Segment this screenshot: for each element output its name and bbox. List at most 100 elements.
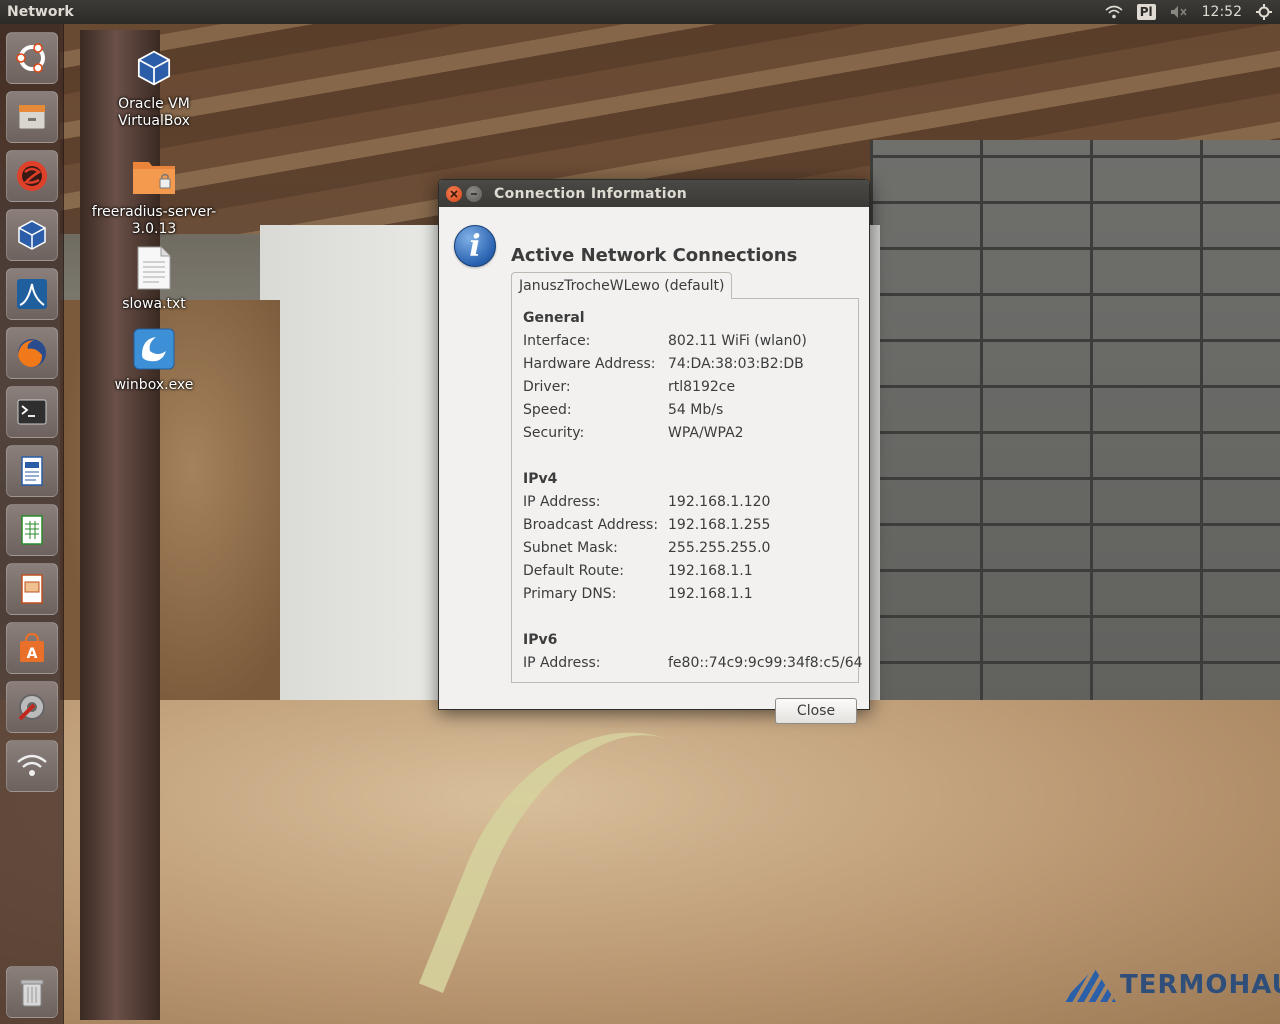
connection-details-panel: General Interface: 802.11 WiFi (wlan0) Ha… <box>511 298 863 683</box>
detail-value: 74:DA:38:03:B2:DB <box>668 356 804 372</box>
dialog-title: Connection Information <box>494 185 688 202</box>
desktop-icon-virtualbox[interactable]: Oracle VM VirtualBox <box>89 44 219 130</box>
winbox-app-icon <box>130 325 178 373</box>
close-button[interactable]: Close <box>775 698 857 724</box>
wrench-gear-icon <box>18 694 45 721</box>
detail-value: WPA/WPA2 <box>668 425 744 441</box>
detail-value: 54 Mb/s <box>668 402 724 418</box>
launcher-trash[interactable] <box>6 966 58 1018</box>
detail-value: rtl8192ce <box>668 379 736 395</box>
active-app-title: Network <box>7 4 74 20</box>
detail-key: Driver: <box>523 379 571 395</box>
detail-row: Speed: 54 Mb/s <box>523 402 723 418</box>
launcher-impress[interactable] <box>6 563 58 615</box>
detail-key: Default Route: <box>523 563 624 579</box>
termohaus-watermark: TERMOHAUS <box>1062 968 1280 1002</box>
svg-text:A: A <box>27 646 38 662</box>
spreadsheet-icon <box>21 515 43 545</box>
virtualbox-cube-icon <box>18 220 46 250</box>
section-general: General <box>523 310 585 326</box>
red-circle-app-icon <box>17 161 47 191</box>
detail-row: Interface: 802.11 WiFi (wlan0) <box>523 333 807 349</box>
dialog-titlebar[interactable]: Connection Information <box>439 180 869 207</box>
launcher-software-center[interactable]: A <box>6 622 58 674</box>
detail-row: Primary DNS: 192.168.1.1 <box>523 586 753 602</box>
detail-row: Broadcast Address: 192.168.1.255 <box>523 517 770 533</box>
desktop-icon-label: slowa.txt <box>122 296 186 312</box>
detail-row: Driver: rtl8192ce <box>523 379 735 395</box>
detail-key: Hardware Address: <box>523 356 656 372</box>
detail-key: Subnet Mask: <box>523 540 618 556</box>
window-minimize-button[interactable] <box>466 185 482 202</box>
launcher-calc[interactable] <box>6 504 58 556</box>
desktop-icon-winbox[interactable]: winbox.exe <box>89 325 219 394</box>
desktop-icon-label: 3.0.13 <box>131 221 177 237</box>
info-icon: i <box>454 225 496 267</box>
desktop-icon-label: Oracle VM <box>118 96 190 112</box>
detail-key: Speed: <box>523 402 572 418</box>
text-file-icon <box>130 244 178 292</box>
termohaus-logo-icon <box>1062 968 1116 1002</box>
detail-key: IP Address: <box>523 655 601 671</box>
detail-row: Security: WPA/WPA2 <box>523 425 744 441</box>
clock[interactable]: 12:52 <box>1202 4 1242 20</box>
keyboard-layout-indicator[interactable]: Pl <box>1136 4 1156 20</box>
detail-key: Broadcast Address: <box>523 517 659 533</box>
launcher-files[interactable] <box>6 91 58 143</box>
wifi-icon <box>17 754 47 776</box>
detail-key: IP Address: <box>523 494 601 510</box>
detail-row: Subnet Mask: 255.255.255.0 <box>523 540 770 556</box>
ubuntu-logo-icon <box>16 43 45 73</box>
launcher-writer[interactable] <box>6 445 58 497</box>
detail-key: Interface: <box>523 333 591 349</box>
tab-connection[interactable]: JanuszTrocheWLewo (default) <box>511 272 733 299</box>
trash-icon <box>20 979 44 1007</box>
firefox-icon <box>18 339 46 367</box>
shopping-bag-icon: A <box>20 632 44 662</box>
launcher-wireshark[interactable] <box>6 268 58 320</box>
launcher: A <box>0 24 64 1024</box>
virtualbox-cube-icon <box>130 44 178 92</box>
launcher-virtualbox[interactable] <box>6 209 58 261</box>
detail-value: 802.11 WiFi (wlan0) <box>668 333 807 349</box>
document-icon <box>21 456 43 486</box>
desktop-icon-label: winbox.exe <box>114 377 194 393</box>
connection-information-dialog: Connection Information i Active Network … <box>438 179 870 724</box>
detail-row: IP Address: 192.168.1.120 <box>523 494 770 510</box>
detail-value: 192.168.1.255 <box>668 517 771 533</box>
launcher-firefox[interactable] <box>6 327 58 379</box>
detail-value: fe80::74c9:9c99:34f8:c5/64 <box>668 655 863 671</box>
volume-muted-icon[interactable] <box>1170 5 1188 19</box>
detail-value: 255.255.255.0 <box>668 540 771 556</box>
drawer-icon <box>18 104 46 130</box>
desktop-icon-slowa-txt[interactable]: slowa.txt <box>89 244 219 313</box>
detail-key: Security: <box>523 425 585 441</box>
terminal-icon <box>17 399 47 425</box>
wifi-icon[interactable] <box>1105 5 1123 19</box>
top-panel: Network Pl 12:52 <box>0 0 1280 24</box>
watermark-text: TERMOHAUS <box>1120 970 1280 1000</box>
detail-row: IP Address: fe80::74c9:9c99:34f8:c5/64 <box>523 655 863 671</box>
presentation-icon <box>21 574 43 604</box>
detail-value: 192.168.1.120 <box>668 494 771 510</box>
detail-row: Default Route: 192.168.1.1 <box>523 563 753 579</box>
desktop-icon-label: freeradius-server- <box>91 204 217 220</box>
launcher-system-settings[interactable] <box>6 681 58 733</box>
detail-key: Primary DNS: <box>523 586 617 602</box>
dialog-heading: Active Network Connections <box>511 245 798 266</box>
detail-row: Hardware Address: 74:DA:38:03:B2:DB <box>523 356 804 372</box>
launcher-network[interactable] <box>6 740 58 792</box>
desktop-icon-label: VirtualBox <box>118 113 190 129</box>
section-ipv6: IPv6 <box>523 632 558 648</box>
launcher-ubuntu-dash[interactable] <box>6 32 58 84</box>
desktop-icon-freeradius[interactable]: freeradius-server- 3.0.13 <box>89 152 219 238</box>
shark-fin-icon <box>17 279 47 309</box>
launcher-red-app[interactable] <box>6 150 58 202</box>
minimize-icon <box>471 192 477 195</box>
indicator-area: Pl 12:52 <box>1105 4 1280 20</box>
window-close-button[interactable] <box>446 185 462 202</box>
dialog-body: i Active Network Connections JanuszTroch… <box>439 207 869 724</box>
launcher-terminal[interactable] <box>6 386 58 438</box>
settings-gear-icon[interactable] <box>1256 4 1272 20</box>
close-icon <box>450 189 458 198</box>
